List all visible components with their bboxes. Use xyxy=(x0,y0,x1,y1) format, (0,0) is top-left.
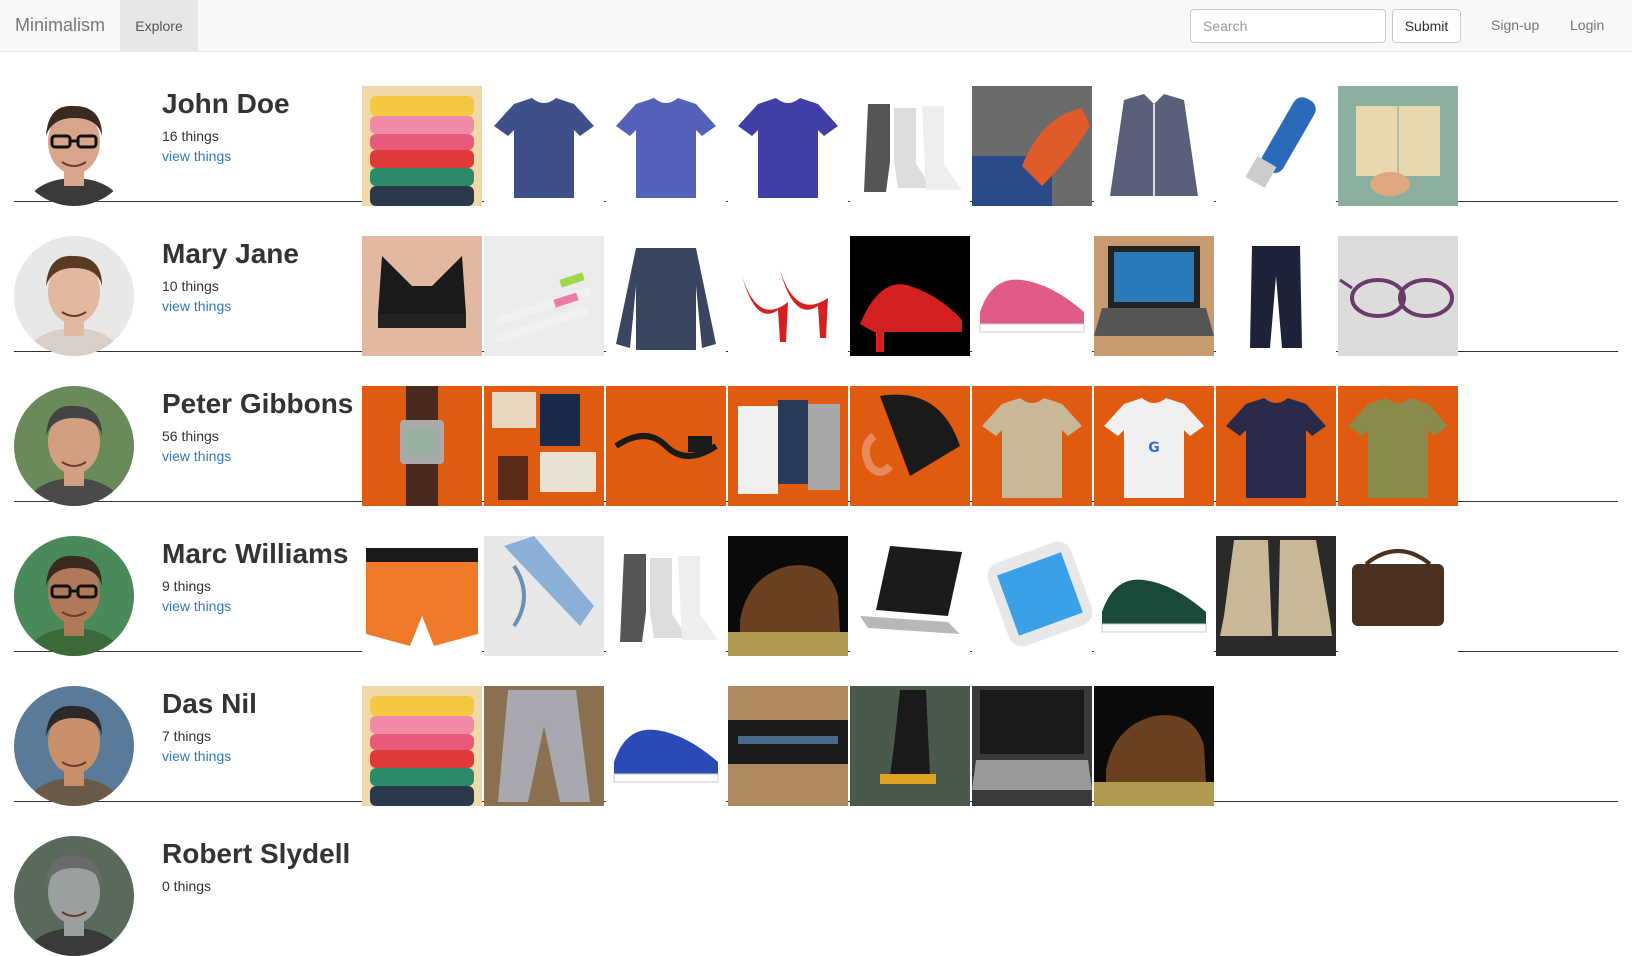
login-link[interactable]: Login xyxy=(1570,17,1604,33)
user-name: Das Nil xyxy=(162,688,257,719)
tshirt-icon[interactable] xyxy=(972,386,1092,506)
user-name: Mary Jane xyxy=(162,238,299,269)
brand-logo[interactable]: Minimalism xyxy=(15,15,105,36)
boxers-icon[interactable] xyxy=(362,536,482,656)
things-count: 16 things xyxy=(162,128,219,144)
heel-icon[interactable] xyxy=(850,236,970,356)
sneaker-icon[interactable] xyxy=(972,236,1092,356)
tshirt-icon[interactable] xyxy=(606,86,726,206)
shoe-icon[interactable] xyxy=(972,86,1092,206)
folded-shirts-icon[interactable] xyxy=(362,86,482,206)
navbar: Minimalism Explore Submit Sign-up Login xyxy=(0,0,1632,52)
things-count: 9 things xyxy=(162,578,212,594)
heels-icon[interactable] xyxy=(728,236,848,356)
shoe-icon[interactable] xyxy=(1094,686,1214,806)
user-row: Peter Gibbons 56 things view things G xyxy=(14,352,1618,506)
tie-icon[interactable] xyxy=(484,536,604,656)
sweater-icon[interactable] xyxy=(606,236,726,356)
tshirt-icon[interactable]: G xyxy=(1094,386,1214,506)
laptop-icon[interactable] xyxy=(972,686,1092,806)
bag-icon[interactable] xyxy=(728,686,848,806)
user-row: Das Nil 7 things view things xyxy=(14,652,1618,806)
view-things-link[interactable]: view things xyxy=(162,748,231,764)
jeans-icon[interactable] xyxy=(1216,236,1336,356)
submit-button[interactable]: Submit xyxy=(1392,9,1461,43)
sneaker-icon[interactable] xyxy=(1094,536,1214,656)
user-row: Mary Jane 10 things view things xyxy=(14,202,1618,356)
svg-text:G: G xyxy=(1148,440,1160,456)
user-name: Robert Slydell xyxy=(162,838,351,869)
glasses-icon[interactable] xyxy=(1338,236,1458,356)
bag-icon[interactable] xyxy=(1338,536,1458,656)
phone-icon[interactable] xyxy=(972,536,1092,656)
view-things-link[interactable]: view things xyxy=(162,148,231,164)
tshirt-icon[interactable] xyxy=(1216,386,1336,506)
avatar[interactable] xyxy=(14,836,134,956)
tshirt-icon[interactable] xyxy=(484,86,604,206)
sneaker-icon[interactable] xyxy=(606,686,726,806)
avatar[interactable] xyxy=(14,536,134,656)
boots-icon[interactable] xyxy=(1216,536,1336,656)
socks-icon[interactable] xyxy=(606,536,726,656)
things-count: 10 things xyxy=(162,278,219,294)
things-count: 56 things xyxy=(162,428,219,444)
tshirt-icon[interactable] xyxy=(728,86,848,206)
pants-icon[interactable] xyxy=(484,686,604,806)
user-row: John Doe 16 things view things xyxy=(14,52,1618,206)
nav-explore-link[interactable]: Explore xyxy=(120,0,198,51)
shoe-icon[interactable] xyxy=(728,536,848,656)
sweater-icon[interactable] xyxy=(1338,386,1458,506)
signup-link[interactable]: Sign-up xyxy=(1491,17,1539,33)
view-things-link[interactable]: view things xyxy=(162,598,231,614)
laptop-icon[interactable] xyxy=(1094,236,1214,356)
notebook-icon[interactable] xyxy=(1338,86,1458,206)
avatar[interactable] xyxy=(14,386,134,506)
user-name: John Doe xyxy=(162,88,290,119)
socks-icon[interactable] xyxy=(850,86,970,206)
things-count: 7 things xyxy=(162,728,212,744)
search-input[interactable] xyxy=(1190,9,1386,43)
folded-shirts-icon[interactable] xyxy=(362,686,482,806)
plaid-shirt-icon[interactable] xyxy=(1094,86,1214,206)
avatar[interactable] xyxy=(14,236,134,356)
avatar[interactable] xyxy=(14,86,134,206)
sports-bra-icon[interactable] xyxy=(362,236,482,356)
umbrella-icon[interactable] xyxy=(850,386,970,506)
boots-icon[interactable] xyxy=(850,686,970,806)
watch-icon[interactable] xyxy=(362,386,482,506)
underwear-icon[interactable] xyxy=(728,386,848,506)
user-row: Marc Williams 9 things view things xyxy=(14,502,1618,656)
wallet-icon[interactable] xyxy=(484,386,604,506)
toothbrush-icon[interactable] xyxy=(484,236,604,356)
things-count: 0 things xyxy=(162,878,212,894)
view-things-link[interactable]: view things xyxy=(162,448,231,464)
user-list: John Doe 16 things view things Mary Jane 10… xyxy=(0,52,1632,956)
user-name: Peter Gibbons xyxy=(162,388,354,419)
laptop-icon[interactable] xyxy=(850,536,970,656)
clipper-icon[interactable] xyxy=(1216,86,1336,206)
cable-icon[interactable] xyxy=(606,386,726,506)
avatar[interactable] xyxy=(14,686,134,806)
user-name: Marc Williams xyxy=(162,538,349,569)
user-row: Robert Slydell 0 things xyxy=(14,802,1618,956)
view-things-link[interactable]: view things xyxy=(162,298,231,314)
